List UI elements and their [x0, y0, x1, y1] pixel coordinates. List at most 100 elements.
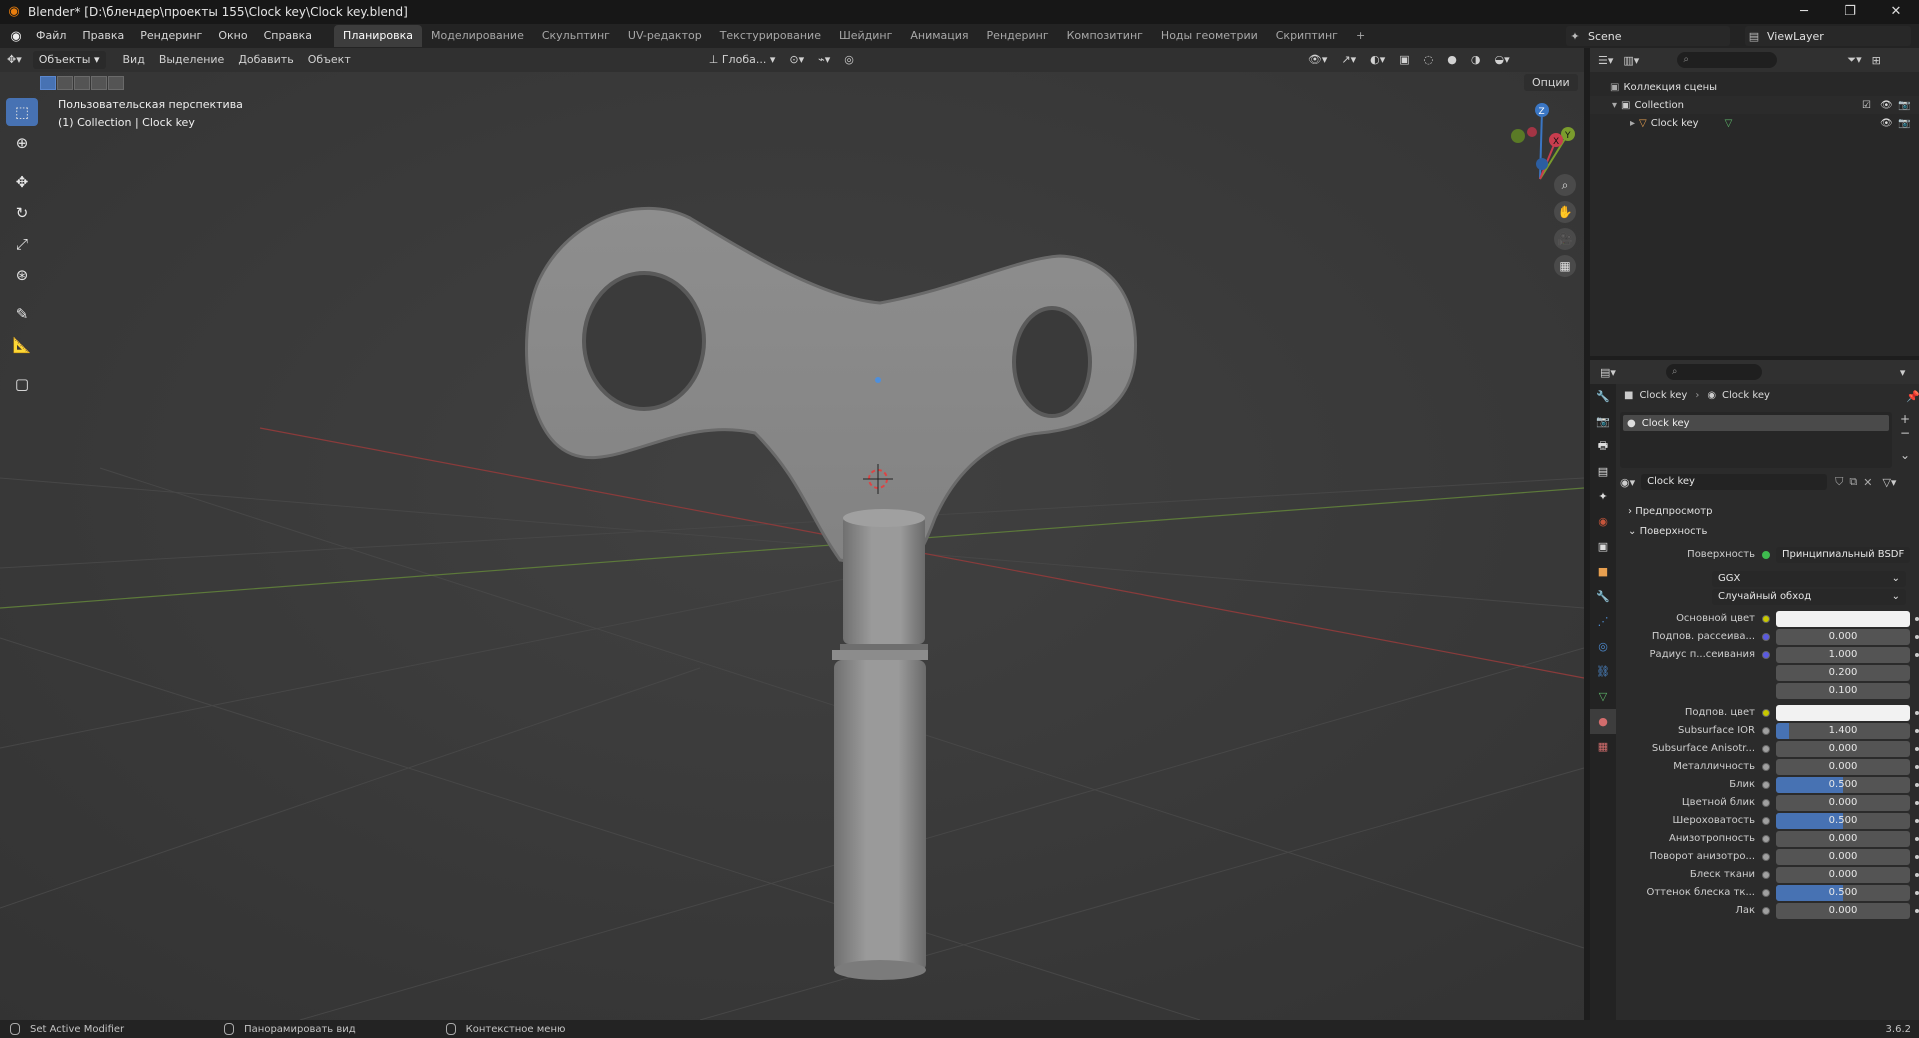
scene-tab-icon[interactable]: ✦ [1590, 484, 1616, 509]
tree-row-scene-collection[interactable]: ▣ Коллекция сцены [1590, 78, 1919, 96]
minimize-button[interactable]: ─ [1781, 0, 1827, 24]
keyframe-dot-icon[interactable] [1915, 729, 1919, 733]
menu-render[interactable]: Рендеринг [132, 24, 210, 48]
filter-icon[interactable]: ⏷▾ [1847, 53, 1861, 67]
tree-row-collection[interactable]: ▾ ▣ Collection ☑ 👁 📷 [1590, 96, 1919, 114]
camera-view-icon[interactable]: 🎥 [1554, 228, 1576, 250]
viewport-scene[interactable]: Z Y X [0, 48, 1584, 1020]
outliner-editor-type-icon[interactable]: ☰▾ [1598, 54, 1613, 67]
fake-user-icon[interactable]: ⛉ [1835, 475, 1843, 489]
keyframe-dot-icon[interactable] [1915, 747, 1919, 751]
tab-geometry-nodes[interactable]: Ноды геометрии [1152, 25, 1267, 47]
number-field[interactable]: 0.000 [1776, 831, 1910, 847]
material-name-field[interactable]: Clock key [1641, 474, 1828, 490]
tab-shading[interactable]: Шейдинг [830, 25, 901, 47]
number-field[interactable]: 0.000 [1776, 629, 1910, 645]
select-extend-icon[interactable] [57, 76, 73, 90]
tab-uv-editing[interactable]: UV-редактор [619, 25, 711, 47]
menu-view[interactable]: Вид [116, 48, 152, 72]
select-subtract-icon[interactable] [74, 76, 90, 90]
select-box-tool-icon[interactable]: ⬚ [6, 98, 38, 126]
color-swatch[interactable] [1776, 705, 1910, 721]
move-tool-icon[interactable]: ✥ [6, 168, 38, 196]
unlink-material-icon[interactable]: ✕ [1863, 476, 1872, 489]
editor-type-icon[interactable]: ✥▾ [0, 48, 29, 72]
pivot-point-icon[interactable]: ⊙▾ [782, 48, 811, 72]
output-tab-icon[interactable]: 🖶 [1590, 434, 1616, 459]
options-button[interactable]: Опции [1524, 74, 1578, 91]
new-collection-icon[interactable]: ⊞ [1872, 54, 1881, 67]
snap-icon[interactable]: ⌁▾ [811, 48, 837, 72]
world-tab-icon[interactable]: ◉ [1590, 509, 1616, 534]
keyframe-dot-icon[interactable] [1915, 855, 1919, 859]
overlay-toggle-icon[interactable]: ◐▾ [1363, 48, 1392, 72]
material-tab-icon[interactable]: ● [1590, 709, 1616, 734]
keyframe-dot-icon[interactable] [1915, 653, 1919, 657]
color-swatch[interactable] [1776, 611, 1910, 627]
duplicate-material-icon[interactable]: ⧉ [1849, 475, 1857, 489]
xray-icon[interactable]: ▣ [1392, 48, 1416, 72]
add-slot-icon[interactable]: + [1900, 412, 1910, 426]
number-field[interactable]: 0.000 [1776, 741, 1910, 757]
menu-add[interactable]: Добавить [231, 48, 300, 72]
keyframe-dot-icon[interactable] [1915, 801, 1919, 805]
object-tab-icon[interactable]: ■ [1590, 559, 1616, 584]
collection-tab-icon[interactable]: ▣ [1590, 534, 1616, 559]
expand-object-icon[interactable]: ▸ [1630, 118, 1635, 129]
pan-hand-icon[interactable]: ✋ [1554, 201, 1576, 223]
select-intersect-icon[interactable] [108, 76, 124, 90]
gizmo-toggle-icon[interactable]: ↗▾ [1334, 48, 1363, 72]
measure-tool-icon[interactable]: 📐 [6, 331, 38, 359]
annotate-tool-icon[interactable]: ✎ [6, 300, 38, 328]
material-browse-icon[interactable]: ◉▾ [1620, 476, 1635, 489]
slot-menu-icon[interactable]: ⌄ [1900, 448, 1910, 462]
render-tab-icon[interactable]: 📷 [1590, 409, 1616, 434]
rotate-tool-icon[interactable]: ↻ [6, 199, 38, 227]
outliner-search-input[interactable]: ⌕ [1677, 52, 1778, 68]
menu-help[interactable]: Справка [256, 24, 320, 48]
collection-checkbox-icon[interactable]: ☑ [1862, 100, 1871, 111]
blender-menu-icon[interactable]: ◉ [4, 29, 28, 44]
tab-sculpting[interactable]: Скульптинг [533, 25, 619, 47]
remove-slot-icon[interactable]: − [1900, 426, 1910, 440]
keyframe-dot-icon[interactable] [1915, 635, 1919, 639]
keyframe-dot-icon[interactable] [1915, 765, 1919, 769]
transform-tool-icon[interactable]: ⊛ [6, 261, 38, 289]
keyframe-dot-icon[interactable] [1915, 837, 1919, 841]
keyframe-dot-icon[interactable] [1915, 617, 1919, 621]
view-layer-selector[interactable]: ▤ ViewLayer [1745, 26, 1911, 46]
display-mode-icon[interactable]: ▥▾ [1623, 54, 1639, 67]
view-layer-tab-icon[interactable]: ▤ [1590, 459, 1616, 484]
tab-layout[interactable]: Планировка [334, 25, 423, 47]
scale-tool-icon[interactable]: ⤢ [6, 230, 38, 258]
keyframe-dot-icon[interactable] [1915, 909, 1919, 913]
keyframe-dot-icon[interactable] [1915, 891, 1919, 895]
menu-object[interactable]: Объект [301, 48, 358, 72]
restore-button[interactable]: ❐ [1827, 0, 1873, 24]
tool-tab-icon[interactable]: 🔧 [1590, 384, 1616, 409]
constraints-tab-icon[interactable]: ⛓ [1590, 659, 1616, 684]
number-field[interactable]: 0.200 [1776, 665, 1910, 681]
mode-dropdown[interactable]: Объекты ▾ [32, 51, 106, 69]
number-field[interactable]: 0.000 [1776, 849, 1910, 865]
tab-texture-paint[interactable]: Текстурирование [711, 25, 830, 47]
object-camera-icon[interactable]: 📷 [1898, 118, 1910, 129]
add-cube-tool-icon[interactable]: ▢ [6, 370, 38, 398]
surface-shader-field[interactable]: Принципиальный BSDF [1776, 547, 1910, 563]
data-tab-icon[interactable]: ▽ [1590, 684, 1616, 709]
distribution-dropdown[interactable]: GGX ⌄ [1712, 571, 1906, 587]
number-field[interactable]: 0.000 [1776, 795, 1910, 811]
tab-modeling[interactable]: Моделирование [422, 25, 533, 47]
proportional-editing-icon[interactable]: ◎ [837, 48, 861, 72]
material-link-icon[interactable]: ▽▾ [1882, 476, 1896, 489]
add-workspace-button[interactable]: + [1347, 25, 1374, 47]
transform-orientation-dropdown[interactable]: ⊥ Глоба... ▾ [702, 48, 783, 72]
collection-camera-icon[interactable]: 📷 [1898, 100, 1910, 111]
number-field[interactable]: 0.500 [1776, 777, 1910, 793]
visibility-icon[interactable]: 👁▾ [1301, 48, 1335, 72]
expand-collection-icon[interactable]: ▾ [1612, 100, 1617, 111]
menu-select[interactable]: Выделение [152, 48, 232, 72]
number-field[interactable]: 0.100 [1776, 683, 1910, 699]
keyframe-dot-icon[interactable] [1915, 783, 1919, 787]
properties-options-icon[interactable]: ▾ [1900, 366, 1906, 379]
